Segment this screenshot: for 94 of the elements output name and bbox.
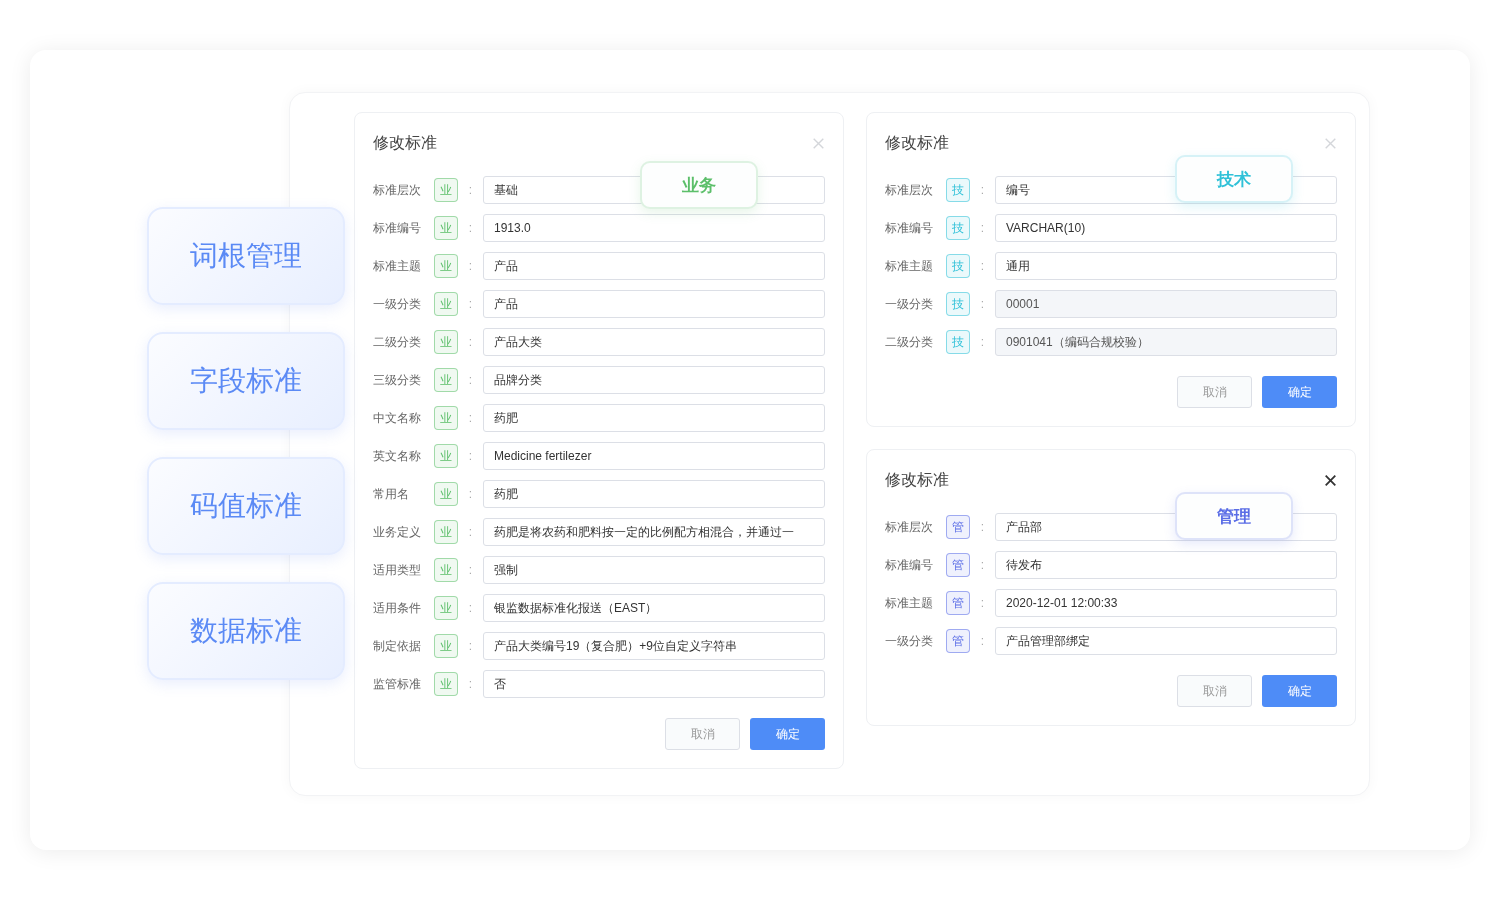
field-label: 三级分类 (373, 371, 422, 389)
input-field[interactable]: 药肥是将农药和肥料按一定的比例配方相混合，并通过一 (483, 518, 825, 546)
category-tag: 业 (434, 672, 458, 696)
label-colon: : (468, 259, 473, 273)
label-colon: : (468, 335, 473, 349)
category-tag: 技 (946, 292, 970, 316)
input-field[interactable]: 产品 (483, 252, 825, 280)
field-label: 标准主题 (373, 257, 422, 275)
label-colon: : (468, 411, 473, 425)
input-field[interactable]: 1913.0 (483, 214, 825, 242)
input-field[interactable]: 药肥 (483, 404, 825, 432)
category-tag: 管 (946, 591, 970, 615)
field-label: 标准层次 (885, 181, 934, 199)
label-colon: : (980, 558, 985, 572)
label-colon: : (468, 221, 473, 235)
category-tag: 业 (434, 596, 458, 620)
field-label: 标准层次 (885, 518, 934, 536)
category-tag: 业 (434, 558, 458, 582)
category-tag: 业 (434, 330, 458, 354)
label-colon: : (980, 221, 985, 235)
category-badge: 技术 (1175, 155, 1293, 203)
field-label: 一级分类 (373, 295, 422, 313)
label-colon: : (980, 297, 985, 311)
dialog-title: 修改标准 (885, 469, 949, 490)
input-field[interactable]: 产品大类编号19（复合肥）+9位自定义字符串 (483, 632, 825, 660)
input-field[interactable]: 产品 (483, 290, 825, 318)
input-field[interactable]: 待发布 (995, 551, 1337, 579)
field-label: 适用条件 (373, 599, 422, 617)
label-colon: : (468, 449, 473, 463)
input-field[interactable]: 药肥 (483, 480, 825, 508)
input-field[interactable]: 产品管理部绑定 (995, 627, 1337, 655)
input-field[interactable]: 通用 (995, 252, 1337, 280)
label-colon: : (468, 639, 473, 653)
label-colon: : (468, 601, 473, 615)
category-tag: 业 (434, 368, 458, 392)
input-field[interactable]: 银监数据标准化报送（EAST） (483, 594, 825, 622)
field-label: 监管标准 (373, 675, 422, 693)
input-field[interactable]: 品牌分类 (483, 366, 825, 394)
field-label: 标准层次 (373, 181, 422, 199)
label-colon: : (980, 634, 985, 648)
category-tag: 业 (434, 292, 458, 316)
input-field[interactable]: 2020-12-01 12:00:33 (995, 589, 1337, 617)
label-colon: : (468, 373, 473, 387)
dialog-title: 修改标准 (885, 132, 949, 153)
input-field[interactable]: Medicine fertilezer (483, 442, 825, 470)
category-tag: 管 (946, 629, 970, 653)
field-label: 中文名称 (373, 409, 422, 427)
field-label: 一级分类 (885, 295, 934, 313)
field-label: 业务定义 (373, 523, 422, 541)
label-colon: : (980, 596, 985, 610)
label-colon: : (468, 183, 473, 197)
input-field[interactable]: 否 (483, 670, 825, 698)
field-label: 标准编号 (373, 219, 422, 237)
category-tag: 技 (946, 216, 970, 240)
field-label: 二级分类 (373, 333, 422, 351)
field-label: 标准编号 (885, 556, 934, 574)
category-tag: 技 (946, 254, 970, 278)
field-label: 标准编号 (885, 219, 934, 237)
field-label: 制定依据 (373, 637, 422, 655)
category-tag: 业 (434, 254, 458, 278)
input-field[interactable]: 强制 (483, 556, 825, 584)
category-tag: 技 (946, 178, 970, 202)
category-tag: 管 (946, 515, 970, 539)
label-colon: : (468, 487, 473, 501)
category-tag: 业 (434, 406, 458, 430)
field-label: 标准主题 (885, 257, 934, 275)
category-tag: 业 (434, 178, 458, 202)
label-colon: : (468, 677, 473, 691)
category-tag: 业 (434, 216, 458, 240)
input-field[interactable]: VARCHAR(10) (995, 214, 1337, 242)
label-colon: : (980, 259, 985, 273)
label-colon: : (468, 297, 473, 311)
dialog-title: 修改标准 (373, 132, 437, 153)
label-colon: : (980, 183, 985, 197)
category-tag: 业 (434, 520, 458, 544)
category-tag: 业 (434, 634, 458, 658)
field-label: 英文名称 (373, 447, 422, 465)
field-label: 常用名 (373, 485, 410, 503)
category-badge: 管理 (1175, 492, 1293, 540)
label-colon: : (980, 335, 985, 349)
label-colon: : (980, 520, 985, 534)
field-label: 标准主题 (885, 594, 934, 612)
field-label: 适用类型 (373, 561, 422, 579)
category-tag: 管 (946, 553, 970, 577)
label-colon: : (468, 563, 473, 577)
category-tag: 技 (946, 330, 970, 354)
close-icon[interactable] (1325, 474, 1336, 486)
category-badge: 业务 (640, 161, 758, 209)
field-label: 二级分类 (885, 333, 934, 351)
category-tag: 业 (434, 444, 458, 468)
label-colon: : (468, 525, 473, 539)
category-tag: 业 (434, 482, 458, 506)
field-label: 一级分类 (885, 632, 934, 650)
input-field[interactable]: 产品大类 (483, 328, 825, 356)
